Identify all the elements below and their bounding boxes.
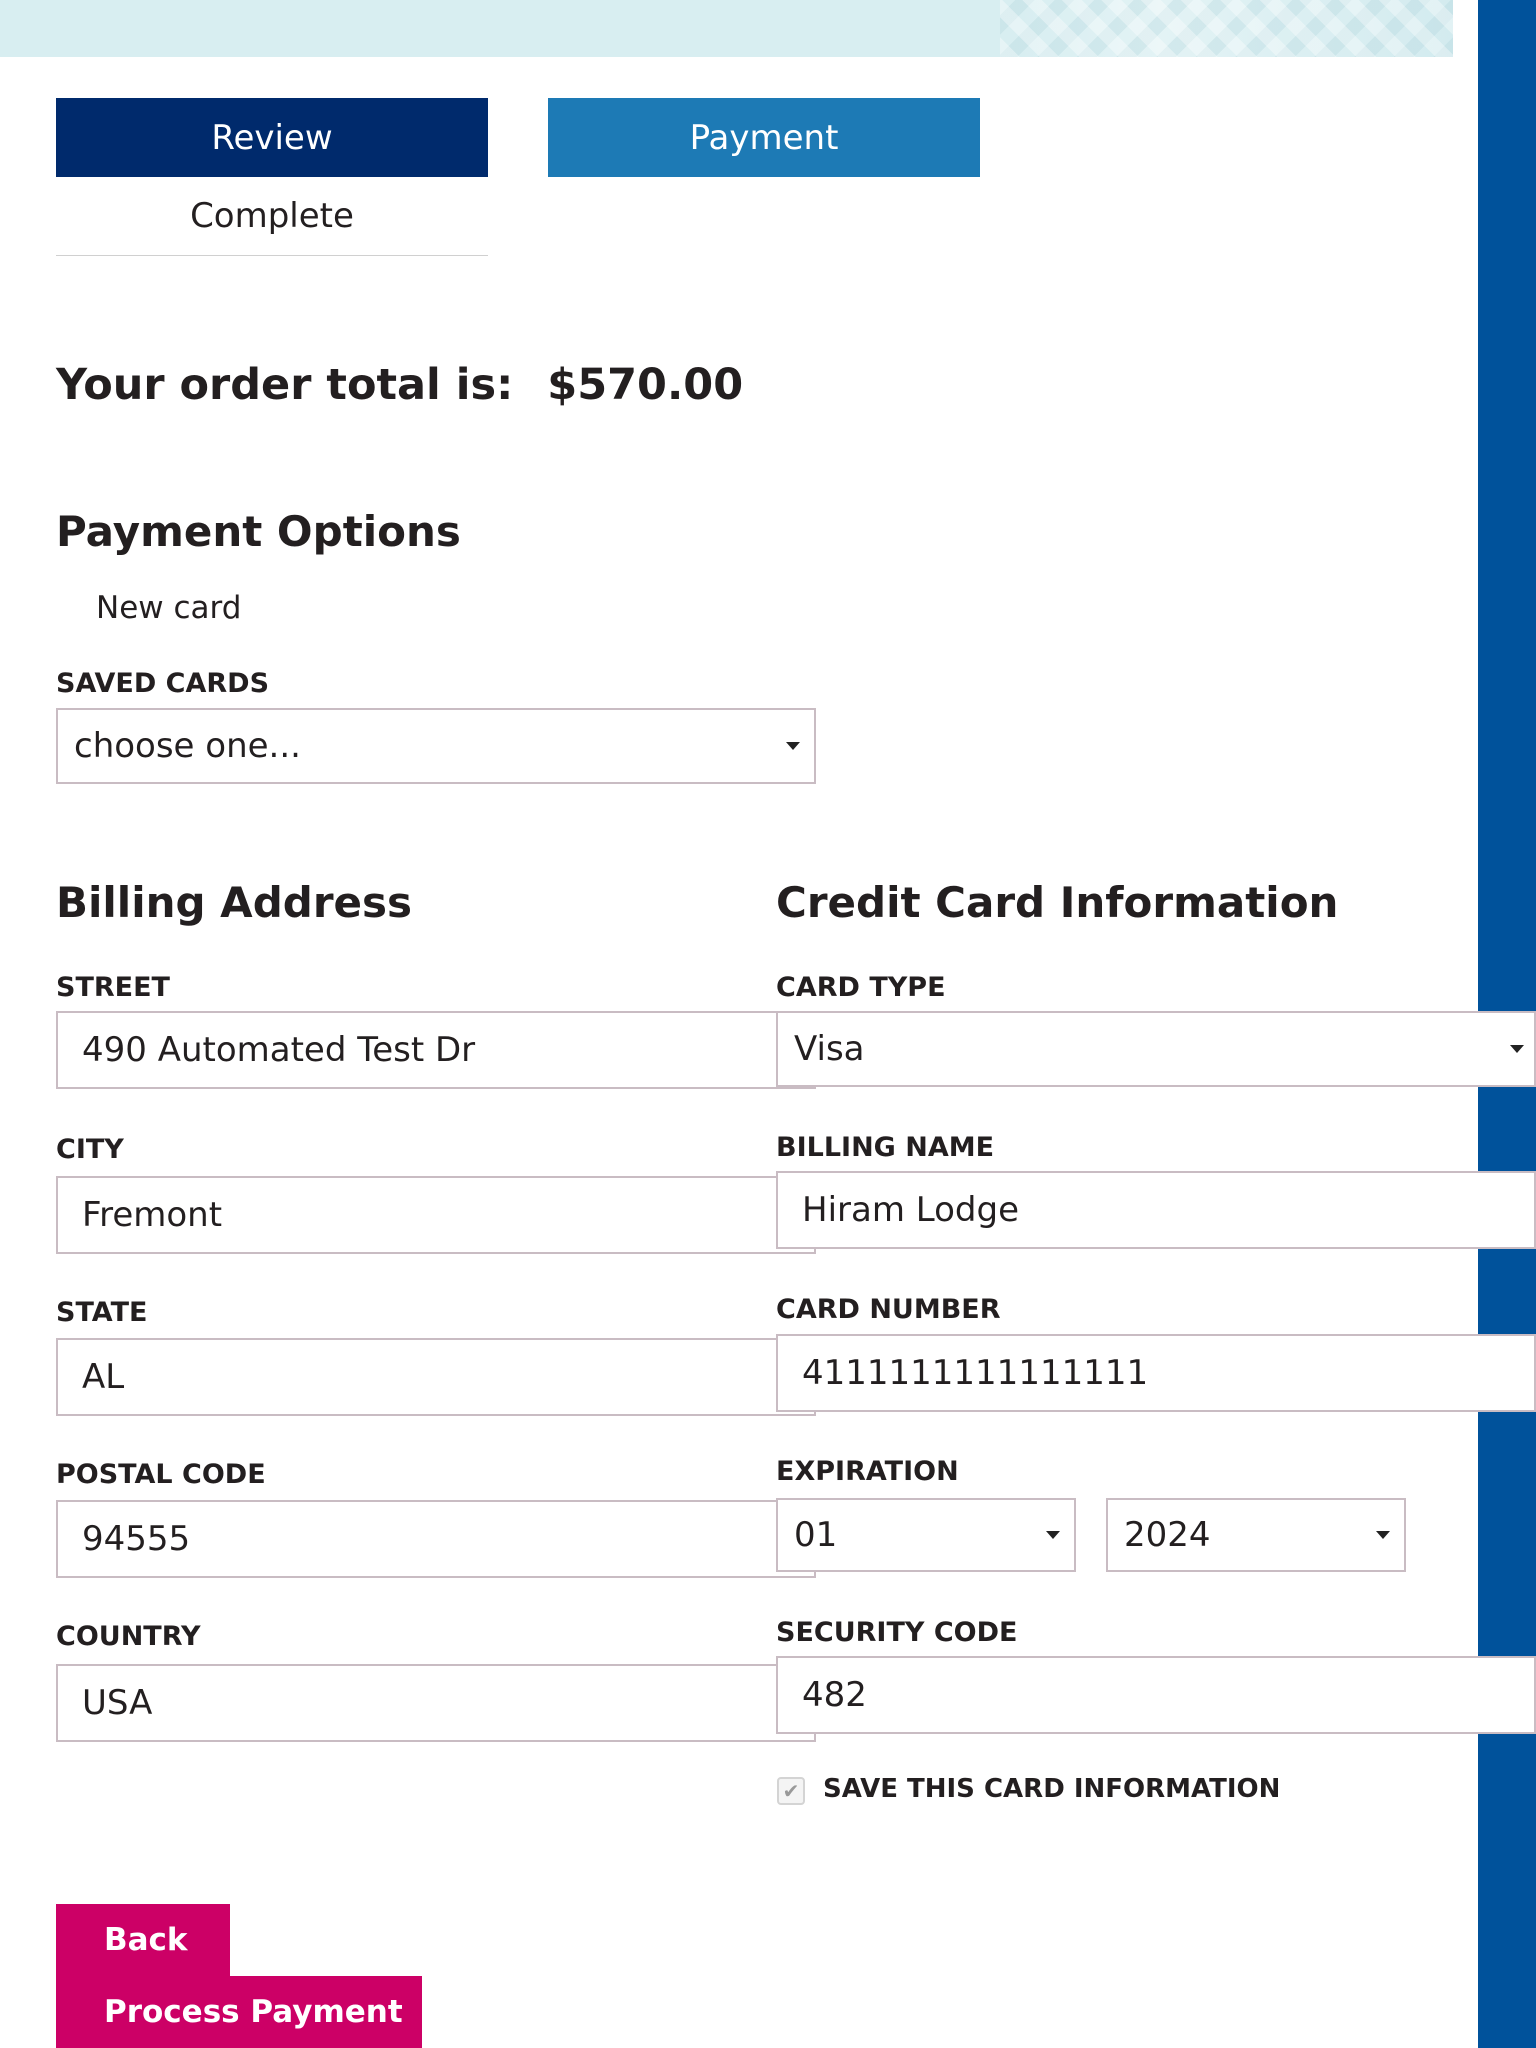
saved-cards-label: SAVED CARDS xyxy=(56,668,270,699)
step-review[interactable]: Review xyxy=(56,98,488,177)
country-value: USA xyxy=(82,1683,153,1723)
expiration-year-value: 2024 xyxy=(1124,1515,1211,1555)
country-input[interactable]: USA xyxy=(56,1664,816,1742)
security-code-label: SECURITY CODE xyxy=(776,1617,1018,1648)
state-input[interactable]: AL xyxy=(56,1338,816,1416)
chevron-down-icon xyxy=(1376,1531,1390,1539)
card-type-value: Visa xyxy=(794,1029,865,1069)
order-total: Your order total is: $570.00 xyxy=(56,360,743,410)
street-value: 490 Automated Test Dr xyxy=(82,1030,476,1070)
expiration-month-value: 01 xyxy=(794,1515,838,1555)
expiration-year-select[interactable]: 2024 xyxy=(1106,1498,1406,1572)
card-number-label: CARD NUMBER xyxy=(776,1294,1001,1325)
step-payment[interactable]: Payment xyxy=(548,98,980,177)
order-total-value: $570.00 xyxy=(547,360,744,410)
street-label: STREET xyxy=(56,972,170,1003)
banner-pattern xyxy=(1000,0,1453,57)
top-banner xyxy=(0,0,1453,57)
new-card-option[interactable]: New card xyxy=(96,590,241,626)
chevron-down-icon xyxy=(1510,1045,1524,1053)
checkmark-icon: ✔ xyxy=(782,1779,800,1803)
chevron-down-icon xyxy=(786,742,800,750)
process-payment-button[interactable]: Process Payment xyxy=(56,1976,422,2048)
postal-code-value: 94555 xyxy=(82,1519,191,1559)
city-input[interactable]: Fremont xyxy=(56,1176,816,1254)
chevron-down-icon xyxy=(1046,1531,1060,1539)
security-code-value: 482 xyxy=(802,1675,867,1715)
payment-options-title: Payment Options xyxy=(56,507,461,556)
city-value: Fremont xyxy=(82,1195,223,1235)
postal-code-input[interactable]: 94555 xyxy=(56,1500,816,1578)
city-label: CITY xyxy=(56,1134,124,1165)
credit-card-title: Credit Card Information xyxy=(776,878,1339,927)
card-number-input[interactable]: 4111111111111111 xyxy=(776,1334,1536,1412)
card-type-label: CARD TYPE xyxy=(776,972,946,1003)
saved-cards-value: choose one... xyxy=(74,726,301,766)
billing-name-input[interactable]: Hiram Lodge xyxy=(776,1171,1536,1249)
state-label: STATE xyxy=(56,1297,148,1328)
card-number-value: 4111111111111111 xyxy=(802,1353,1149,1393)
save-card-label: SAVE THIS CARD INFORMATION xyxy=(823,1774,1281,1804)
country-label: COUNTRY xyxy=(56,1621,201,1652)
billing-address-title: Billing Address xyxy=(56,878,413,927)
order-total-label: Your order total is: xyxy=(56,360,514,410)
security-code-input[interactable]: 482 xyxy=(776,1656,1536,1734)
save-card-checkbox[interactable]: ✔ xyxy=(777,1777,805,1805)
postal-code-label: POSTAL CODE xyxy=(56,1459,266,1490)
billing-name-label: BILLING NAME xyxy=(776,1132,995,1163)
expiration-label: EXPIRATION xyxy=(776,1456,959,1487)
street-input[interactable]: 490 Automated Test Dr xyxy=(56,1011,816,1089)
step-complete[interactable]: Complete xyxy=(56,177,488,256)
back-button[interactable]: Back xyxy=(56,1904,230,1976)
expiration-month-select[interactable]: 01 xyxy=(776,1498,1076,1572)
saved-cards-select[interactable]: choose one... xyxy=(56,708,816,784)
billing-name-value: Hiram Lodge xyxy=(802,1190,1019,1230)
card-type-select[interactable]: Visa xyxy=(776,1011,1536,1087)
state-value: AL xyxy=(82,1357,125,1397)
